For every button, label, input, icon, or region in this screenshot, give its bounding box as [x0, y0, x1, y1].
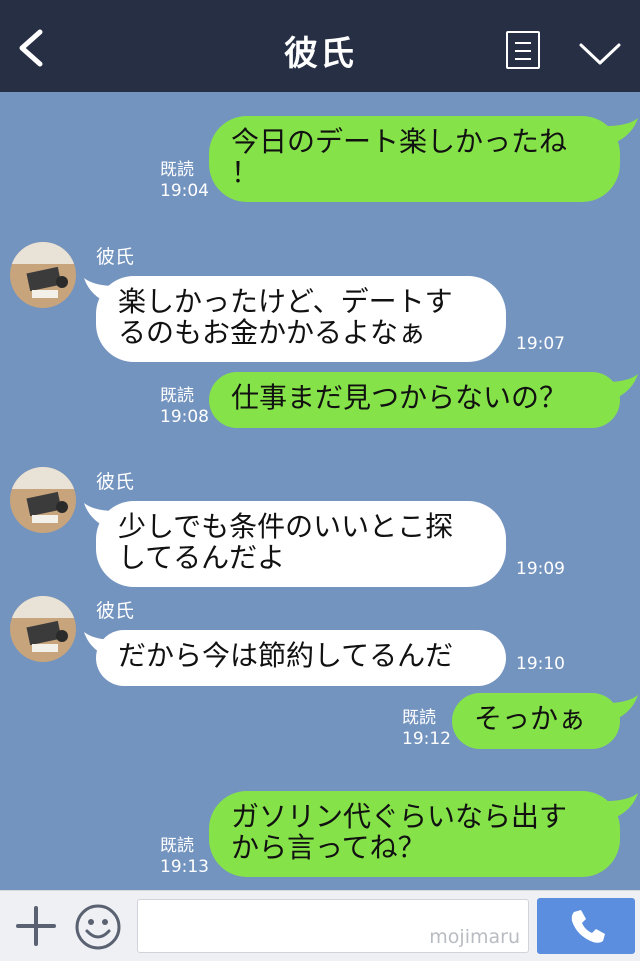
message-time: 19:09: [516, 559, 565, 579]
message-meta: 既読 19:04: [160, 160, 209, 202]
avatar[interactable]: [10, 596, 76, 662]
menu-list-icon[interactable]: [506, 31, 540, 69]
read-receipt: 既読: [160, 386, 194, 406]
message-time: 19:12: [402, 729, 451, 749]
chat-header: 彼氏: [0, 0, 640, 92]
bubble-tail: [606, 374, 638, 400]
chat-title: 彼氏: [284, 34, 356, 74]
phone-icon: [571, 910, 605, 943]
incoming-message-bubble[interactable]: だから今は節約してるんだ: [96, 630, 506, 686]
message-meta: 既読 19:08: [160, 386, 209, 428]
message-time: 19:08: [160, 407, 209, 427]
bubble-tail: [84, 503, 116, 529]
input-bar: mojimaru: [0, 890, 640, 961]
incoming-message-bubble[interactable]: 楽しかったけど、デートす るのもお金かかるよなぁ: [96, 276, 506, 362]
message-input[interactable]: mojimaru: [137, 899, 529, 953]
outgoing-message-bubble[interactable]: ガソリン代ぐらいなら出す から言ってね？: [209, 791, 620, 877]
chevron-down-icon[interactable]: [578, 40, 622, 68]
plus-icon[interactable]: [15, 905, 57, 947]
avatar[interactable]: [10, 242, 76, 308]
sender-name: 彼氏: [96, 600, 135, 622]
message-time: 19:04: [160, 181, 209, 201]
outgoing-message-bubble[interactable]: 仕事まだ見つからないの？: [209, 372, 620, 428]
bubble-tail: [606, 118, 638, 144]
incoming-message-bubble[interactable]: 少しでも条件のいいとこ探 してるんだよ: [96, 501, 506, 587]
message-time: 19:07: [516, 334, 565, 354]
sender-name: 彼氏: [96, 471, 135, 493]
call-button[interactable]: [537, 898, 635, 954]
message-time: 19:10: [516, 654, 565, 674]
chat-area[interactable]: 既読 19:04 今日のデート楽しかったね ！ 彼氏 楽しかったけど、デートす …: [0, 92, 640, 890]
read-receipt: 既読: [160, 160, 194, 180]
outgoing-message-bubble[interactable]: 今日のデート楽しかったね ！: [209, 116, 620, 202]
outgoing-message-bubble[interactable]: そっかぁ: [452, 693, 620, 749]
avatar[interactable]: [10, 467, 76, 533]
message-meta: 既読 19:12: [402, 708, 451, 750]
bubble-tail: [606, 695, 638, 721]
message-meta: 既読 19:13: [160, 836, 209, 878]
smiley-icon[interactable]: [74, 903, 122, 951]
bubble-tail: [84, 278, 116, 304]
message-time: 19:13: [160, 857, 209, 877]
read-receipt: 既読: [402, 708, 436, 728]
bubble-tail: [606, 793, 638, 819]
read-receipt: 既読: [160, 836, 194, 856]
bubble-tail: [84, 632, 116, 658]
sender-name: 彼氏: [96, 246, 135, 268]
watermark-text: mojimaru: [429, 926, 520, 948]
